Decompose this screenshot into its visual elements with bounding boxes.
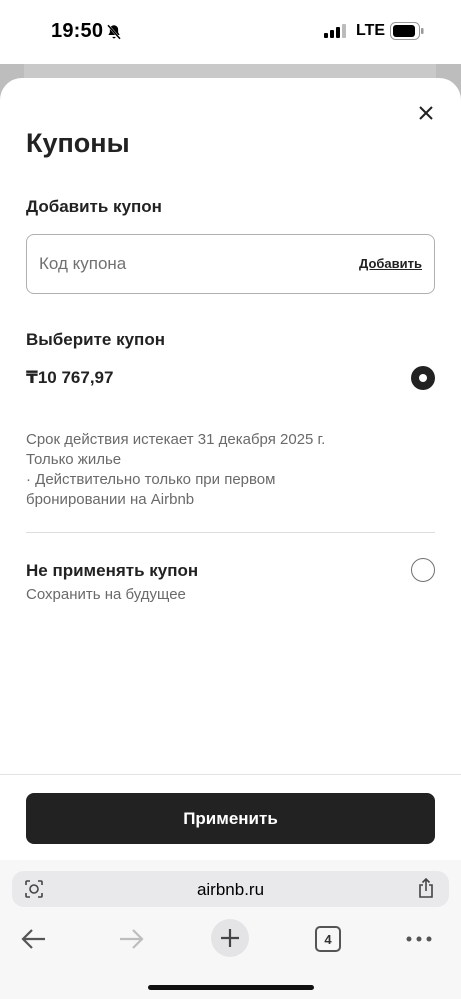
no-coupon-subtitle: Сохранить на будущее [26, 586, 186, 603]
add-coupon-link[interactable]: Добавить [359, 256, 422, 271]
divider [26, 532, 435, 533]
coupon-amount: ₸10 767,97 [26, 368, 114, 387]
new-tab-button[interactable] [211, 919, 249, 957]
address-bar[interactable]: airbnb.ru [12, 871, 449, 907]
more-icon[interactable] [404, 926, 434, 952]
home-indicator [148, 985, 314, 990]
plus-icon [221, 929, 239, 947]
status-time: 19:50 [51, 20, 104, 42]
close-icon [419, 106, 433, 120]
url-text: airbnb.ru [196, 880, 265, 899]
add-coupon-heading: Добавить купон [26, 197, 162, 216]
page-title: Купоны [26, 128, 130, 158]
network-type: LTE [356, 22, 386, 39]
coupon-expiry: Срок действия истекает 31 декабря 2025 г… [26, 431, 326, 448]
back-arrow-icon[interactable] [20, 925, 48, 953]
choose-coupon-heading: Выберите купон [26, 330, 165, 349]
status-bar: 19:50 LTE [0, 0, 461, 64]
coupon-condition: · Действительно только при первом [26, 471, 276, 488]
coupon-scope: Только жилье [26, 451, 122, 468]
coupon-condition-cont: бронировании на Airbnb [26, 491, 195, 508]
coupon-radio-selected[interactable] [411, 366, 435, 390]
close-button[interactable] [414, 101, 438, 125]
forward-arrow-icon[interactable] [117, 925, 145, 953]
tabs-button[interactable]: 4 [315, 926, 341, 952]
coupon-code-input[interactable] [39, 249, 339, 279]
no-coupon-title[interactable]: Не применять купон [26, 561, 198, 581]
coupon-details: Срок действия истекает 31 декабря 2025 г… [26, 430, 356, 510]
no-coupon-radio[interactable] [411, 558, 435, 582]
apply-button[interactable]: Применить [26, 793, 435, 844]
signal-icon [324, 24, 346, 38]
bell-slash-icon [107, 24, 121, 40]
share-icon[interactable] [417, 877, 435, 899]
coupon-code-box: Добавить [26, 234, 435, 294]
battery-icon [390, 22, 424, 40]
footer-divider [0, 774, 461, 775]
